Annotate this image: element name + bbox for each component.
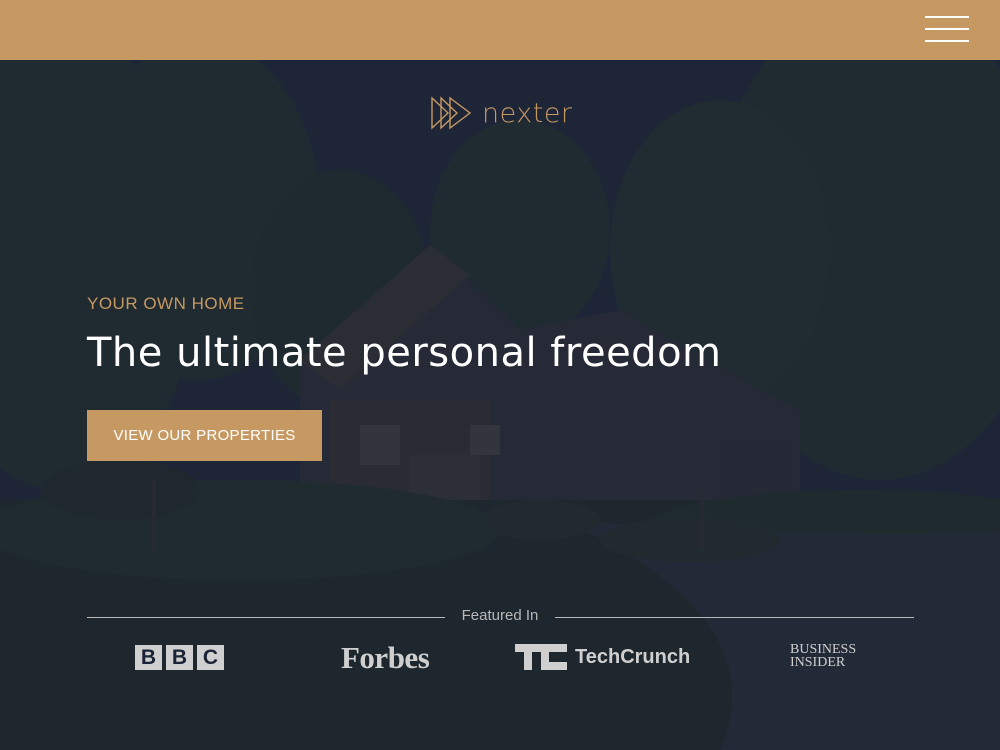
forbes-logo: Forbes (341, 640, 430, 675)
brand-logo[interactable]: nexter (430, 96, 573, 130)
hamburger-icon-line (925, 40, 969, 42)
techcrunch-wordmark: TechCrunch (575, 645, 691, 668)
bbc-logo: B B C (135, 645, 224, 670)
hero-subtitle: YOUR OWN HOME (87, 294, 245, 313)
hamburger-menu-button[interactable] (922, 14, 972, 46)
bbc-letter: B (166, 645, 193, 670)
techcrunch-logo: TechCrunch (515, 644, 690, 670)
divider-line-right (555, 617, 914, 618)
triple-play-logo-icon (431, 96, 472, 130)
featured-in-label: Featured In (461, 607, 539, 624)
hamburger-icon-line (925, 16, 969, 18)
hamburger-icon-line (925, 28, 969, 30)
techcrunch-mark-icon (515, 644, 567, 670)
bbc-letter: C (197, 645, 224, 670)
business-insider-line2: INSIDER (790, 655, 846, 670)
featured-in-divider: Featured In (87, 605, 914, 629)
hero-title: The ultimate personal freedom (87, 330, 722, 376)
view-properties-button[interactable]: VIEW OUR PROPERTIES (87, 410, 322, 461)
brand-name: nexter (482, 97, 573, 129)
bbc-letter: B (135, 645, 162, 670)
top-bar (0, 0, 1000, 60)
divider-line-left (87, 617, 445, 618)
business-insider-logo: BUSINESS INSIDER (790, 643, 856, 670)
